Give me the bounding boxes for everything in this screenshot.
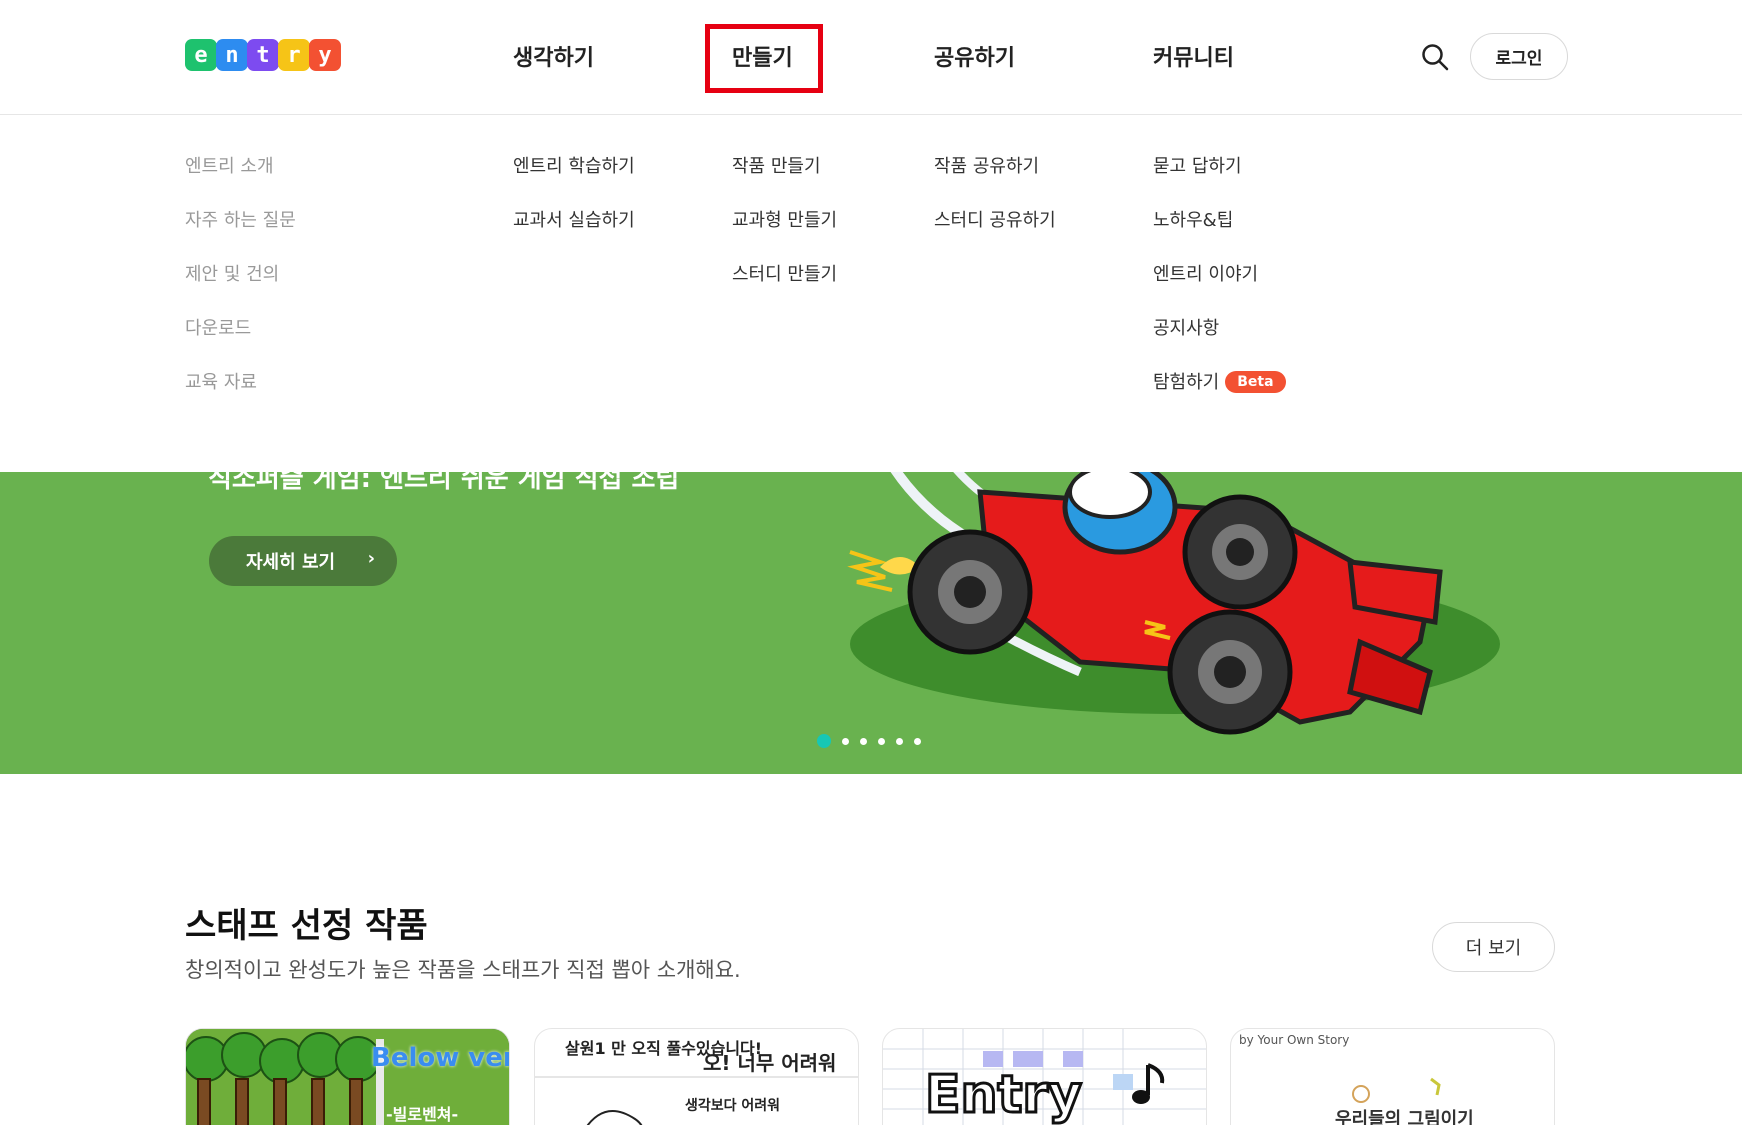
carousel-dot-5[interactable] bbox=[896, 737, 903, 745]
carousel-dot-6[interactable] bbox=[914, 737, 921, 745]
nav-dropdown-menu: 엔트리 소개 자주 하는 질문 제안 및 건의 다운로드 교육 자료 엔트리 학… bbox=[0, 116, 1742, 472]
card-1-subtitle: -빌로벤쳐- bbox=[386, 1105, 459, 1124]
carousel-dots bbox=[817, 734, 921, 748]
logo-letter-e: e bbox=[185, 39, 217, 71]
menu-item-create-textbook[interactable]: 교과형 만들기 bbox=[732, 208, 837, 262]
chevron-right-icon: › bbox=[367, 548, 375, 569]
staff-picks-description: 창의적이고 완성도가 높은 작품을 스태프가 직접 뽑아 소개해요. bbox=[185, 958, 741, 982]
menu-item-entry-story[interactable]: 엔트리 이야기 bbox=[1153, 262, 1286, 316]
menu-item-learn[interactable]: 엔트리 학습하기 bbox=[513, 154, 635, 208]
card-3-title: Entry bbox=[924, 1064, 1084, 1125]
carousel-dot-2[interactable] bbox=[842, 737, 849, 745]
hero-banner: 직소퍼즐 게임: 엔트리 쉬운 게임 직접 조립 자세히 보기 › bbox=[0, 472, 1742, 774]
nav-share[interactable]: 공유하기 bbox=[934, 40, 1015, 72]
carousel-dot-1[interactable] bbox=[817, 734, 831, 748]
carousel-dot-3[interactable] bbox=[860, 737, 867, 745]
menu-item-download[interactable]: 다운로드 bbox=[185, 316, 296, 370]
staff-picks-title: 스태프 선정 작품 bbox=[185, 906, 428, 946]
race-car-illustration bbox=[847, 472, 1500, 735]
logo-letter-n: n bbox=[216, 39, 248, 71]
menu-item-suggestion[interactable]: 제안 및 건의 bbox=[185, 262, 296, 316]
menu-item-create-project[interactable]: 작품 만들기 bbox=[732, 154, 837, 208]
dropdown-col-about: 엔트리 소개 자주 하는 질문 제안 및 건의 다운로드 교육 자료 bbox=[185, 154, 296, 424]
menu-item-create-study[interactable]: 스터디 만들기 bbox=[732, 262, 837, 316]
logo-letter-t: t bbox=[247, 39, 279, 71]
hero-detail-button[interactable]: 자세히 보기 › bbox=[209, 536, 397, 586]
menu-item-explore-label: 탐험하기 bbox=[1153, 372, 1220, 393]
login-button[interactable]: 로그인 bbox=[1470, 33, 1568, 80]
dropdown-col-community: 묻고 답하기 노하우&팁 엔트리 이야기 공지사항 탐험하기 Beta bbox=[1153, 154, 1286, 424]
logo-letter-y: y bbox=[309, 39, 341, 71]
menu-item-share-project[interactable]: 작품 공유하기 bbox=[934, 154, 1056, 208]
menu-item-knowhow[interactable]: 노하우&팁 bbox=[1153, 208, 1286, 262]
card-1-title: Below venture bbox=[371, 1043, 509, 1073]
dropdown-col-share: 작품 공유하기 스터디 공유하기 bbox=[934, 154, 1056, 262]
logo-letter-r: r bbox=[278, 39, 310, 71]
search-icon[interactable] bbox=[1420, 42, 1450, 72]
hero-detail-button-label: 자세히 보기 bbox=[246, 552, 336, 573]
menu-item-faq[interactable]: 자주 하는 질문 bbox=[185, 208, 296, 262]
menu-item-edu-materials[interactable]: 교육 자료 bbox=[185, 370, 296, 424]
project-card-1[interactable]: Below venture -빌로벤쳐- bbox=[185, 1028, 510, 1125]
menu-item-share-study[interactable]: 스터디 공유하기 bbox=[934, 208, 1056, 262]
nav-community[interactable]: 커뮤니티 bbox=[1153, 40, 1234, 72]
card-4-text: 우리들의 그림이기 bbox=[1335, 1109, 1474, 1125]
card-2-doodle bbox=[535, 1076, 858, 1125]
site-header: e n t r y 생각하기 만들기 공유하기 커뮤니티 로그인 bbox=[0, 0, 1742, 115]
more-button[interactable]: 더 보기 bbox=[1432, 922, 1555, 972]
entry-logo[interactable]: e n t r y bbox=[185, 39, 341, 71]
menu-item-qna[interactable]: 묻고 답하기 bbox=[1153, 154, 1286, 208]
menu-item-textbook-practice[interactable]: 교과서 실습하기 bbox=[513, 208, 635, 262]
menu-item-notice[interactable]: 공지사항 bbox=[1153, 316, 1286, 370]
menu-item-about[interactable]: 엔트리 소개 bbox=[185, 154, 296, 208]
beta-badge: Beta bbox=[1225, 371, 1286, 393]
hero-headline-partial: 직소퍼즐 게임: 엔트리 쉬운 게임 직접 조립 bbox=[208, 472, 680, 494]
project-card-3[interactable]: Entry bbox=[882, 1028, 1207, 1125]
project-card-4[interactable]: by Your Own Story 우리들의 그림이기 bbox=[1230, 1028, 1555, 1125]
dropdown-col-create: 작품 만들기 교과형 만들기 스터디 만들기 bbox=[732, 154, 837, 316]
nav-create-highlight-box bbox=[705, 24, 823, 93]
dropdown-col-think: 엔트리 학습하기 교과서 실습하기 bbox=[513, 154, 635, 262]
project-card-2[interactable]: 살원1 만 오직 풀수있습니다! 오! 너무 어려워 생각보다 어려워 bbox=[534, 1028, 859, 1125]
nav-think[interactable]: 생각하기 bbox=[513, 40, 594, 72]
carousel-dot-4[interactable] bbox=[878, 737, 885, 745]
menu-item-explore[interactable]: 탐험하기 Beta bbox=[1153, 370, 1286, 424]
